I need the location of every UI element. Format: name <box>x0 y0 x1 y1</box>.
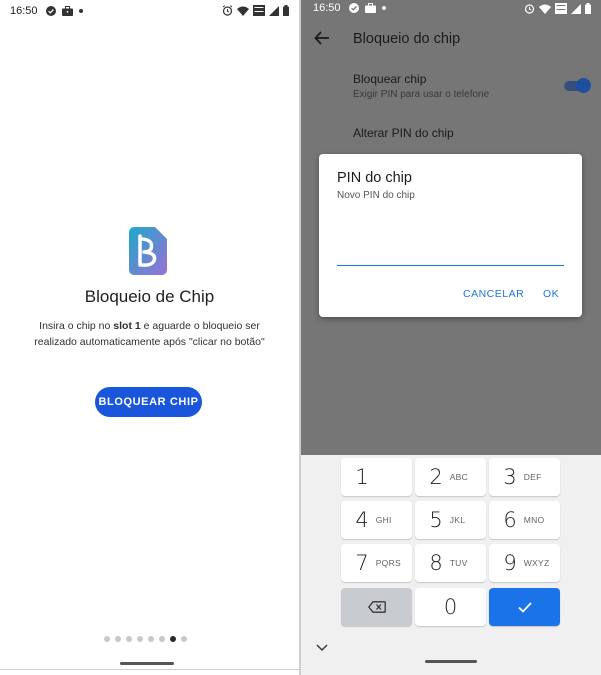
screens-container: 16:50 Bloqueio de Chip Insira o chip no … <box>0 0 601 675</box>
page-dot <box>126 636 132 642</box>
key-digit: 5 <box>429 508 443 532</box>
desc-part-1: Insira o chip no <box>39 320 114 332</box>
page-dot <box>181 636 187 642</box>
welcome-screen: 16:50 Bloqueio de Chip Insira o chip no … <box>0 0 299 675</box>
key-0[interactable]: 0 <box>415 588 486 626</box>
pin-input[interactable] <box>337 244 564 266</box>
block-chip-button[interactable]: BLOQUEAR CHIP <box>95 387 202 417</box>
key-digit: 4 <box>355 508 369 532</box>
page-dot <box>159 636 165 642</box>
key-5[interactable]: 5 JKL <box>415 501 486 539</box>
status-time: 16:50 <box>10 5 38 17</box>
dialog-title: PIN do chip <box>337 170 412 186</box>
page-dot <box>137 636 143 642</box>
key-2[interactable]: 2 ABC <box>415 458 486 496</box>
change-pin-item[interactable]: Alterar PIN do chip <box>353 126 454 140</box>
desc-slot-bold: slot 1 <box>113 320 141 332</box>
dot-icon <box>381 6 386 10</box>
volte-icon <box>555 3 567 14</box>
key-letters: PQRS <box>375 558 401 568</box>
checkmark-icon <box>517 601 532 613</box>
page-dot <box>104 636 110 642</box>
briefcase-icon <box>364 3 376 13</box>
lock-sim-title[interactable]: Bloquear chip <box>353 72 426 86</box>
key-digit: 3 <box>503 465 517 489</box>
signal-icon <box>571 3 581 14</box>
page-title: Bloqueio do chip <box>353 31 461 47</box>
welcome-title: Bloqueio de Chip <box>84 287 215 306</box>
status-bar: 16:50 <box>0 0 299 22</box>
wifi-icon <box>237 6 249 16</box>
volte-icon <box>253 5 265 16</box>
dialog-scrim[interactable]: 16:50 Bloqueio do chip Bloquear chip Exi… <box>301 0 601 455</box>
home-gesture-bar[interactable] <box>120 662 174 665</box>
bottom-divider <box>0 669 299 670</box>
key-letters: ABC <box>449 472 469 482</box>
key-digit: 6 <box>503 508 517 532</box>
toggle-thumb <box>576 78 591 93</box>
key-digit: 8 <box>429 551 443 575</box>
key-8[interactable]: 8 TUV <box>415 544 486 582</box>
briefcase-icon <box>61 6 73 16</box>
key-6[interactable]: 6 MNO <box>489 501 560 539</box>
lock-sim-toggle[interactable] <box>564 78 591 94</box>
page-indicator <box>104 636 187 642</box>
check-circle-icon <box>348 3 359 13</box>
page-dot-active <box>170 636 176 642</box>
signal-icon <box>269 5 279 16</box>
key-digit: 2 <box>429 465 443 489</box>
key-letters: MNO <box>523 515 545 525</box>
settings-screen: 16:50 Bloqueio do chip Bloquear chip Exi… <box>301 0 601 675</box>
ok-button[interactable]: OK <box>543 288 559 300</box>
back-arrow-icon[interactable] <box>313 29 331 47</box>
cancel-button[interactable]: CANCELAR <box>463 288 524 300</box>
dialog-subtitle: Novo PIN do chip <box>337 190 415 201</box>
wifi-icon <box>539 4 551 14</box>
key-digit: 9 <box>503 551 517 575</box>
key-digit: 7 <box>355 551 369 575</box>
alarm-icon <box>524 4 535 14</box>
app-logo-icon <box>129 227 167 275</box>
done-key[interactable] <box>489 588 560 626</box>
battery-icon <box>283 5 289 16</box>
key-letters: GHI <box>375 515 392 525</box>
key-letters: JKL <box>449 515 466 525</box>
page-dot <box>148 636 154 642</box>
backspace-key[interactable] <box>341 588 412 626</box>
pin-dialog: PIN do chip Novo PIN do chip CANCELAR OK <box>319 154 582 317</box>
key-letters: WXYZ <box>523 558 550 568</box>
key-digit: 1 <box>355 465 369 489</box>
key-9[interactable]: 9 WXYZ <box>489 544 560 582</box>
lock-sim-summary: Exigir PIN para usar o telefone <box>353 89 490 100</box>
key-1[interactable]: 1 <box>341 458 412 496</box>
key-digit: 0 <box>443 595 458 619</box>
key-letters: DEF <box>523 472 542 482</box>
check-circle-icon <box>45 6 56 16</box>
key-7[interactable]: 7 PQRS <box>341 544 412 582</box>
key-3[interactable]: 3 DEF <box>489 458 560 496</box>
dot-icon <box>78 9 83 13</box>
status-bar: 16:50 <box>301 0 601 16</box>
battery-icon <box>585 3 591 14</box>
hide-keyboard-chevron-icon[interactable] <box>315 643 329 653</box>
welcome-description: Insira o chip no slot 1 e aguarde o bloq… <box>20 318 279 350</box>
status-time: 16:50 <box>313 2 341 14</box>
app-bar: Bloqueio do chip <box>301 16 601 62</box>
page-dot <box>115 636 121 642</box>
alarm-icon <box>222 5 233 16</box>
key-4[interactable]: 4 GHI <box>341 501 412 539</box>
home-gesture-bar[interactable] <box>425 660 477 663</box>
key-letters: TUV <box>449 558 468 568</box>
backspace-icon <box>367 601 386 613</box>
